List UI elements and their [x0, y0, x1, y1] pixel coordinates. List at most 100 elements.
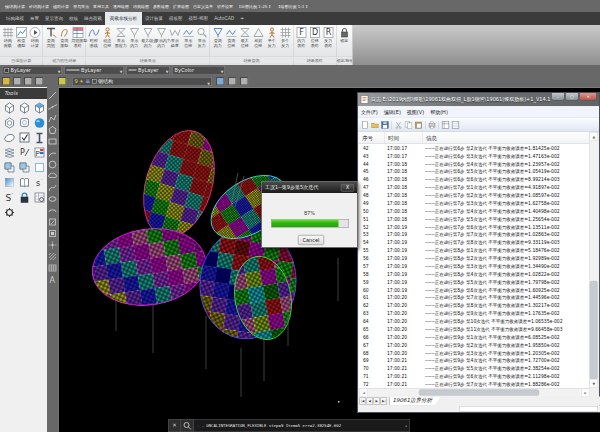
tab-prev-button[interactable]: ◀	[367, 398, 374, 405]
log-row-54[interactable]: 5417:00:19------正在进行第7步 第8次迭代 不平衡力收敛误差=9…	[359, 239, 590, 247]
ribbon-button-5-0[interactable]: 锁定	[338, 26, 351, 44]
log-row-47[interactable]: 4717:00:18------正在进行第7步 第1次迭代 不平衡力收敛误差=4…	[359, 183, 590, 191]
ribbon-button-3-0[interactable]: 查询内力	[211, 26, 224, 48]
sheet-tab[interactable]: 19061边界分析	[389, 397, 441, 406]
palette-icon-cube[interactable]	[3, 101, 16, 114]
layer-tool-icon-6[interactable]	[228, 77, 237, 86]
layer-combo[interactable]: 9 ☀ 🖶 钢结构▼	[72, 77, 212, 86]
scroll-thumb[interactable]	[590, 281, 598, 379]
log-row-61[interactable]: 6117:00:20------正在进行第8步 第7次迭代 不平衡力收敛误差=1…	[359, 294, 590, 302]
menu-item-1[interactable]: 砼结构计算	[27, 3, 51, 9]
property-combo-0[interactable]: ByLayer▼	[2, 66, 62, 75]
palette-icon-gear[interactable]	[3, 206, 16, 219]
hscroll-thumb[interactable]	[419, 390, 539, 396]
ribbon-button-3-1[interactable]: 查询位移	[225, 26, 238, 48]
draw-icon-arc[interactable]	[48, 149, 57, 158]
tab-next-button[interactable]: ▶	[374, 398, 381, 405]
log-row-59[interactable]: 5917:00:19------正在进行第8步 第5次迭代 不平衡力收敛误差=1…	[359, 278, 590, 286]
log-row-69[interactable]: 6917:00:21------正在进行第9步 第4次迭代 不平衡力收敛误差=1…	[359, 357, 590, 365]
log-row-63[interactable]: 6317:00:20------正在进行第8步 第9次迭代 不平衡力收敛误差=1…	[359, 309, 590, 317]
palette-icon-lock-blue[interactable]	[18, 191, 31, 204]
log-menu-2[interactable]: 视图(V)	[404, 109, 427, 116]
cut-icon[interactable]	[395, 121, 403, 129]
ribbon-button-2-8[interactable]: 显示反力	[195, 26, 208, 48]
palette-icon-corner[interactable]	[18, 161, 31, 174]
palette-icon-book[interactable]	[18, 176, 31, 189]
log-row-45[interactable]: 4517:00:18------正在进行第6步 第5次迭代 不平衡力收敛误差=1…	[359, 168, 590, 176]
ribbon-button-1-2[interactable]: 周期振型表格	[71, 26, 84, 48]
log-menu-1[interactable]: 编辑(E)	[381, 109, 404, 116]
palette-icon-cube-blue[interactable]	[33, 101, 46, 114]
ribbon-tab-1[interactable]: 布置	[27, 12, 42, 25]
ribbon-button-3-2[interactable]: 最大位移	[238, 26, 251, 48]
palette-icon-check[interactable]	[18, 131, 31, 144]
log-row-71[interactable]: 7117:00:21------正在进行第9步 第6次迭代 不平衡力收敛误差=2…	[359, 372, 590, 380]
log-row-51[interactable]: 5117:00:18------正在进行第7步 第5次迭代 不平衡力收敛误差=1…	[359, 215, 590, 223]
view2-icon[interactable]	[452, 121, 460, 129]
ribbon-button-4-0[interactable]: F内力表格	[295, 26, 308, 48]
log-row-68[interactable]: 6817:00:20------正在进行第9步 第3次迭代 不平衡力收敛误差=1…	[359, 349, 590, 357]
ribbon-tab-8[interactable]: 模型-视图	[186, 12, 212, 25]
command-search-button[interactable]	[181, 419, 194, 432]
command-close-button[interactable]: ✕	[168, 419, 181, 432]
paste-icon[interactable]	[415, 121, 423, 129]
log-vertical-scrollbar[interactable]: ▲ ▼	[589, 132, 598, 388]
layer-tool-icon-4[interactable]	[58, 77, 67, 86]
view1-icon[interactable]	[442, 121, 450, 129]
log-row-72[interactable]: 7217:00:21------正在进行第9步 第7次迭代 不平衡力收敛误差=1…	[359, 380, 590, 388]
log-row-42[interactable]: 4217:00:17------正在进行第6步 第2次迭代 不平衡力收敛误差=1…	[359, 144, 590, 152]
draw-icon-table[interactable]	[48, 264, 57, 273]
menu-item-3[interactable]: 层与显示	[71, 3, 91, 9]
ribbon-tab-0[interactable]: 结构建模	[3, 12, 27, 25]
menu-item-0[interactable]: 钢结构计算	[3, 3, 27, 9]
palette-icon-corner[interactable]	[3, 161, 16, 174]
ribbon-tab-6[interactable]: 设计验算	[142, 12, 166, 25]
log-row-46[interactable]: 4617:00:18------正在进行第6步 第6次迭代 不平衡力收敛误差=8…	[359, 176, 590, 184]
property-combo-3[interactable]: ByColor▼	[172, 66, 225, 75]
ribbon-button-2-5[interactable]: 显示内力内力	[155, 26, 168, 48]
ribbon-button-0-1[interactable]: 检查模型	[15, 26, 28, 48]
ribbon-button-2-4[interactable]: 最大组合内力	[141, 26, 154, 48]
menu-item-10[interactable]: 软件设置	[215, 3, 235, 9]
command-input[interactable]: ›- ONCALINTEGRATION_FLEXIBLE step=9 Item…	[194, 419, 410, 432]
command-expand-arrow[interactable]: ▴	[405, 420, 408, 432]
scroll-right-arrow[interactable]: ►	[581, 389, 590, 397]
copy-icon[interactable]	[405, 121, 413, 129]
ribbon-tab-5[interactable]: 荷载非线分析	[105, 12, 142, 25]
log-window-titlebar[interactable]: 日志 E:\2019内部\蝶歌\19061双曲双扭_L胎1钢管\19061(蝶双…	[358, 93, 599, 106]
ribbon-button-2-0[interactable]: 时程曲线	[87, 26, 100, 48]
scroll-down-arrow[interactable]: ▼	[590, 379, 599, 388]
layer-tool-icon-7[interactable]	[240, 77, 249, 86]
palette-icon-sphere[interactable]	[33, 116, 46, 129]
new-icon[interactable]	[361, 121, 369, 129]
log-menu-3[interactable]: 帮助(H)	[427, 109, 451, 116]
tab-first-button[interactable]: |◀	[360, 398, 367, 405]
log-column-2[interactable]: 信息	[423, 132, 590, 144]
print-icon[interactable]	[428, 121, 436, 129]
log-row-57[interactable]: 5717:00:19------正在进行第8步 第3次迭代 不平衡力收敛误差=1…	[359, 262, 590, 270]
log-row-67[interactable]: 6717:00:20------正在进行第9步 第2次迭代 不平衡力收敛误差=1…	[359, 341, 590, 349]
log-horizontal-scrollbar[interactable]: ◄ ►	[359, 388, 590, 397]
ribbon-button-1-1[interactable]: 查询振型	[58, 26, 71, 48]
log-row-55[interactable]: 5517:00:19------正在进行第8步 第1次迭代 不平衡力收敛误差=5…	[359, 246, 590, 254]
menu-item-7[interactable]: 参数绘图	[151, 3, 171, 9]
draw-icon-circle[interactable]	[48, 160, 57, 169]
draw-icon-mtext[interactable]: A	[48, 275, 57, 284]
ribbon-button-2-7[interactable]: 显示位移	[182, 26, 195, 48]
palette-icon-grad[interactable]	[3, 176, 16, 189]
log-row-48[interactable]: 4817:00:18------正在进行第7步 第2次迭代 不平衡力收敛误差=1…	[359, 191, 590, 199]
ribbon-button-2-1[interactable]: 动态位移	[101, 26, 114, 48]
draw-icon-earc[interactable]	[48, 206, 57, 215]
ribbon-button-3-3[interactable]: 相对位移	[252, 26, 265, 48]
ribbon-button-2-3[interactable]: 显示内力	[128, 26, 141, 48]
palette-icon-p-slash[interactable]: P	[18, 146, 31, 159]
tools-palette-title[interactable]: Tools	[0, 88, 47, 99]
draw-icon-point[interactable]	[48, 241, 57, 250]
close-button[interactable]: ✕	[580, 93, 598, 101]
log-row-43[interactable]: 4317:00:17------正在进行第6步 第3次迭代 不平衡力收敛误差=1…	[359, 152, 590, 160]
log-menu-0[interactable]: 文件(F)	[358, 109, 381, 116]
menu-item-5[interactable]: 通用绘图	[111, 3, 131, 9]
ribbon-tab-9[interactable]: AutoCAD	[211, 12, 237, 25]
draw-icon-rect[interactable]	[48, 137, 57, 146]
palette-icon-sphere-wire[interactable]	[3, 116, 16, 129]
